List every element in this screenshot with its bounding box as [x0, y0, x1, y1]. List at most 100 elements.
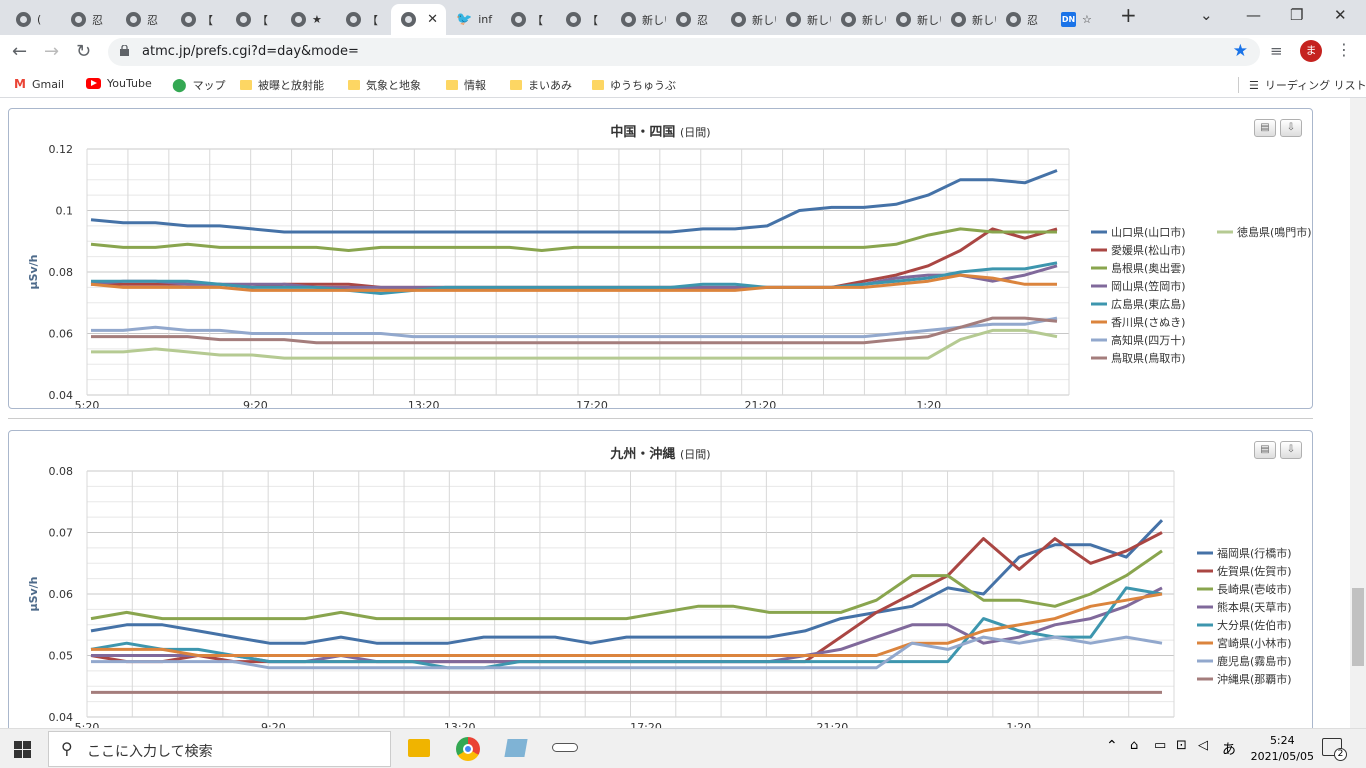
folder-icon [446, 80, 458, 90]
tab-label: 新しいタ [642, 13, 666, 27]
y-tick-label: 0.1 [56, 205, 74, 218]
wifi-icon[interactable]: ⊡ [1176, 738, 1187, 753]
browser-tab[interactable]: 新しいタ [886, 4, 941, 35]
volume-icon[interactable]: ◁ [1198, 738, 1208, 753]
browser-tab[interactable]: ✕ [391, 4, 446, 35]
globe-icon [401, 12, 416, 27]
maps-pin-icon: ⬤ [172, 77, 187, 93]
globe-icon [511, 12, 526, 27]
minimize-icon[interactable]: — [1246, 6, 1261, 24]
legend-label: 徳島県(鳴門市) [1237, 225, 1312, 239]
chart-panel-kyushu-okinawa: 九州・沖縄 (日間) ▤ ⇩ 0.04 0.05 0.06 0.07 0.08 5:20 9… [8, 430, 1313, 728]
x-tick-label: 21:20 [817, 721, 849, 728]
browser-tab[interactable]: ★ [281, 4, 336, 35]
browser-tab[interactable]: 🐦 inf [446, 4, 501, 35]
bookmark-label: まいあみ [528, 79, 572, 92]
series-line [91, 328, 1058, 360]
browser-tab[interactable]: 新しいタ [831, 4, 886, 35]
tab-label: 新しいタ [752, 13, 776, 27]
menu-icon[interactable]: ⋮ [1336, 40, 1352, 59]
bookmark-gmail[interactable]: M Gmail [14, 77, 64, 91]
file-explorer-icon[interactable] [408, 739, 430, 757]
train-app-icon[interactable] [552, 743, 578, 752]
browser-tab[interactable]: ( [6, 4, 61, 35]
bookmark-folder[interactable]: 気象と地象 [348, 77, 421, 93]
lock-icon [120, 45, 129, 56]
windows-start-icon[interactable] [14, 741, 31, 758]
close-tab-icon[interactable]: ✕ [427, 12, 438, 27]
y-tick-label: 0.08 [49, 266, 74, 279]
legend-label: 愛媛県(松山市) [1111, 243, 1186, 257]
bookmark-star-icon[interactable]: ★ [1233, 41, 1248, 61]
battery-icon[interactable]: ▭ [1154, 738, 1166, 753]
tab-label: 忍 [147, 13, 158, 27]
notification-center-icon[interactable]: 2 [1322, 738, 1347, 761]
close-window-icon[interactable]: ✕ [1334, 6, 1347, 24]
x-tick-label: 21:20 [745, 399, 777, 408]
browser-tab[interactable]: 【 [226, 4, 281, 35]
chrome-icon[interactable] [456, 737, 480, 761]
new-tab-button[interactable]: + [1120, 3, 1137, 27]
taskbar-search-box[interactable]: ⚲ ここに入力して検索 [48, 731, 391, 767]
taskbar-clock[interactable]: 5:24 2021/05/05 [1251, 733, 1314, 765]
globe-icon [731, 12, 746, 27]
bookmark-label: Gmail [31, 77, 65, 91]
bookmark-folder[interactable]: まいあみ [510, 77, 572, 93]
profile-avatar[interactable]: ま [1300, 40, 1322, 62]
browser-tab[interactable]: 【 [501, 4, 556, 35]
browser-tab[interactable]: 忍 [116, 4, 171, 35]
bookmark-folder[interactable]: 情報 [446, 77, 486, 93]
url-text: atmc.jp/prefs.cgi?d=day&mode= [142, 44, 359, 59]
browser-tab[interactable]: 新しいタ [941, 4, 996, 35]
bookmark-maps[interactable]: ⬤ マップ [172, 77, 226, 93]
bookmark-youtube[interactable]: YouTube [86, 77, 152, 90]
folder-icon [348, 80, 360, 90]
tab-label: 【 [532, 13, 543, 27]
series-line [90, 549, 1163, 621]
globe-icon [676, 12, 691, 27]
y-tick-label: 0.07 [49, 527, 74, 540]
bookmark-folder[interactable]: 被曝と放射能 [240, 77, 324, 93]
address-bar[interactable]: atmc.jp/prefs.cgi?d=day&mode= ★ [108, 38, 1260, 66]
browser-tab[interactable]: 新しいタ [721, 4, 776, 35]
tab-search-icon[interactable]: ⌄ [1200, 6, 1213, 24]
bookmark-folder[interactable]: ゆうちゅうぶ [592, 77, 676, 93]
scrollbar-thumb[interactable] [1352, 588, 1364, 666]
browser-tab[interactable]: 新しいタ [776, 4, 831, 35]
reload-icon[interactable]: ↻ [76, 41, 91, 62]
browser-tab[interactable]: DN ☆ [1051, 4, 1106, 35]
globe-icon [951, 12, 966, 27]
ime-indicator[interactable]: あ [1222, 739, 1236, 759]
tab-label: 新しいタ [807, 13, 831, 27]
browser-tab[interactable]: 【 [171, 4, 226, 35]
tab-label: 新しいタ [917, 13, 941, 27]
x-tick-label: 5:20 [75, 399, 100, 408]
queue-icon[interactable]: ≡ [1270, 42, 1283, 60]
forward-icon[interactable]: → [44, 41, 59, 62]
x-tick-label: 1:20 [1006, 721, 1031, 728]
legend-label: 長崎県(壱岐市) [1217, 582, 1292, 596]
browser-tab[interactable]: 忍 [666, 4, 721, 35]
reading-list-button[interactable]: ☰ リーディング リスト [1238, 77, 1366, 93]
browser-tab[interactable]: 【 [556, 4, 611, 35]
folder-icon [592, 80, 604, 90]
globe-icon [566, 12, 581, 27]
tray-expand-icon[interactable]: ⌃ [1106, 738, 1118, 754]
tab-label: ★ [312, 13, 322, 26]
tab-label: 忍 [697, 13, 708, 27]
maximize-icon[interactable]: ❐ [1290, 6, 1303, 24]
browser-tab[interactable]: 忍 [61, 4, 116, 35]
browser-tab[interactable]: 【 [336, 4, 391, 35]
page-content: 中国・四国 (日間) ▤ ⇩ 0.04 0.06 0.08 0.1 0.12 5:20 9:… [0, 98, 1366, 728]
legend-label: 熊本県(天草市) [1217, 600, 1292, 614]
network-icon[interactable]: ⌂ [1130, 738, 1138, 753]
legend-label: 高知県(四万十) [1111, 333, 1186, 347]
app-icon[interactable] [504, 739, 528, 757]
tab-label: 【 [257, 13, 268, 27]
back-icon[interactable]: ← [12, 41, 27, 62]
page-scrollbar[interactable] [1350, 98, 1366, 728]
browser-tab[interactable]: 新しいタ [611, 4, 666, 35]
browser-tab[interactable]: 忍 [996, 4, 1051, 35]
x-tick-label: 13:20 [444, 721, 476, 728]
tab-label: ( [37, 13, 42, 26]
